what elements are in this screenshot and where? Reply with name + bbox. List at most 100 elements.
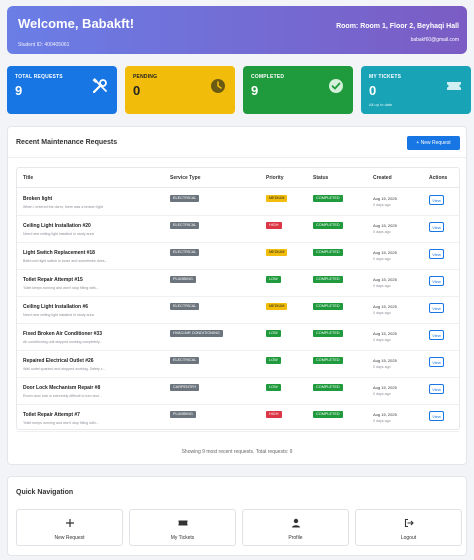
status-badge: COMPLETED — [313, 303, 343, 310]
request-description: Wall outlet sparked and stopped working.… — [23, 367, 106, 371]
request-title: Ceiling Light Installation #20 — [23, 223, 91, 229]
created-ago: 0 days ago — [373, 203, 391, 207]
request-title: Fixed Broken Air Conditioner #33 — [23, 331, 102, 337]
quick-navigation-title: Quick Navigation — [16, 489, 74, 496]
nav-logout[interactable]: Logout — [355, 509, 462, 546]
stat-value: 0 — [133, 83, 141, 98]
request-title: Light Switch Replacement #18 — [23, 250, 95, 256]
service-type-badge: CARPENTRY — [170, 384, 200, 391]
created-ago: 0 days ago — [373, 257, 391, 261]
requests-summary: Showing 9 most recent requests. Total re… — [181, 449, 293, 455]
view-button[interactable]: View — [429, 330, 444, 340]
recent-requests-title: Recent Maintenance Requests — [16, 139, 118, 146]
stat-label: COMPLETED — [251, 74, 285, 80]
ticket-icon — [447, 82, 461, 90]
stat-completed: COMPLETED 9 — [243, 66, 353, 114]
request-description: Need new ceiling light installed in stud… — [23, 313, 94, 317]
view-button[interactable]: View — [429, 222, 444, 232]
stat-pending: PENDING 0 — [125, 66, 235, 114]
tools-icon — [92, 78, 107, 94]
table-header: Title Service Type Priority Status Creat… — [17, 168, 459, 188]
stat-total-requests: TOTAL REQUESTS 9 — [7, 66, 117, 114]
request-title: Toilet Repair Attempt #15 — [23, 277, 83, 283]
request-description: Need new ceiling light installed in stud… — [23, 232, 94, 236]
priority-badge: MEDIUM — [266, 249, 288, 256]
request-description: Toilet keeps running and won't stop fill… — [23, 286, 99, 290]
request-title: Door Lock Mechanism Repair #8 — [23, 385, 101, 391]
user-email: babakf60@gmail.com — [410, 37, 459, 43]
created-ago: 0 days ago — [373, 284, 391, 288]
room-info: Room: Room 1, Floor 2, Beyhaqi Hall — [336, 23, 459, 30]
created-ago: 0 days ago — [373, 365, 391, 369]
view-button[interactable]: View — [429, 276, 444, 286]
status-badge: COMPLETED — [313, 276, 343, 283]
quick-navigation-card: Quick Navigation New Request My Tickets … — [7, 476, 467, 556]
request-description: Air conditioning unit stopped working co… — [23, 340, 103, 344]
stat-label: MY TICKETS — [369, 74, 402, 80]
nav-new-request[interactable]: New Request — [16, 509, 123, 546]
status-badge: COMPLETED — [313, 249, 343, 256]
priority-badge: HIGH — [266, 222, 282, 229]
clock-icon — [211, 79, 225, 93]
created-ago: 0 days ago — [373, 311, 391, 315]
table-row: Repaired Electrical Outlet #26 Wall outle… — [17, 351, 459, 378]
table-row: Toilet Repair Attempt #15 Toilet keeps ru… — [17, 270, 459, 297]
stat-label: PENDING — [133, 74, 158, 80]
priority-badge: MEDIUM — [266, 195, 288, 202]
request-description: Bathroom light switch is loose and somet… — [23, 259, 108, 263]
column-title: Title — [23, 175, 34, 181]
column-priority: Priority — [266, 175, 284, 181]
created-ago: 0 days ago — [373, 392, 391, 396]
check-circle-icon — [329, 79, 343, 93]
table-row: Ceiling Light Installation #6 Need new ce… — [17, 297, 459, 324]
view-button[interactable]: View — [429, 303, 444, 313]
view-button[interactable]: View — [429, 384, 444, 394]
stat-subtext: All up to date — [369, 102, 393, 107]
table-row: Broken light When I entered the dorm, the… — [17, 189, 459, 216]
nav-profile[interactable]: Profile — [242, 509, 349, 546]
service-type-badge: HVAC/AIR CONDITIONING — [170, 330, 223, 337]
created-ago: 0 days ago — [373, 230, 391, 234]
request-title: Repaired Electrical Outlet #26 — [23, 358, 94, 364]
created-date: Aug 15, 2025 — [373, 331, 397, 336]
view-button[interactable]: View — [429, 249, 444, 259]
service-type-badge: ELECTRICAL — [170, 303, 200, 310]
request-description: When I entered the dorm, there was a bro… — [23, 205, 103, 209]
nav-my-tickets[interactable]: My Tickets — [129, 509, 236, 546]
view-button[interactable]: View — [429, 357, 444, 367]
plus-icon — [65, 519, 74, 527]
view-button[interactable]: View — [429, 411, 444, 421]
status-badge: COMPLETED — [313, 330, 343, 337]
status-badge: COMPLETED — [313, 411, 343, 418]
request-title: Toilet Repair Attempt #7 — [23, 412, 80, 418]
created-date: Aug 15, 2025 — [373, 358, 397, 363]
table-row: Toilet Repair Attempt #7 Toilet keeps run… — [17, 405, 459, 432]
welcome-header: Welcome, Babakft! Student ID: 400405061 … — [7, 6, 467, 54]
priority-badge: LOW — [266, 276, 281, 283]
created-date: Aug 15, 2025 — [373, 277, 397, 282]
table-row: Door Lock Mechanism Repair #8 Room door l… — [17, 378, 459, 405]
student-id: Student ID: 400405061 — [18, 42, 70, 48]
service-type-badge: ELECTRICAL — [170, 222, 200, 229]
welcome-title: Welcome, Babakft! — [18, 16, 135, 31]
created-date: Aug 15, 2025 — [373, 385, 397, 390]
request-description: Room door lock is extremely difficult to… — [23, 394, 102, 398]
status-badge: COMPLETED — [313, 222, 343, 229]
stat-value: 0 — [369, 83, 377, 98]
stat-value: 9 — [251, 83, 259, 98]
nav-label: My Tickets — [170, 535, 195, 541]
status-badge: COMPLETED — [313, 357, 343, 364]
view-button[interactable]: View — [429, 195, 444, 205]
column-service-type: Service Type — [170, 175, 201, 181]
priority-badge: LOW — [266, 357, 281, 364]
service-type-badge: ELECTRICAL — [170, 357, 200, 364]
created-ago: 0 days ago — [373, 338, 391, 342]
new-request-button[interactable]: + New Request — [407, 136, 460, 150]
nav-label: Profile — [288, 535, 303, 541]
priority-badge: LOW — [266, 330, 281, 337]
column-status: Status — [313, 175, 329, 181]
service-type-badge: ELECTRICAL — [170, 195, 200, 202]
divider — [8, 157, 466, 158]
created-ago: 0 days ago — [373, 419, 391, 423]
stat-value: 9 — [15, 83, 23, 98]
